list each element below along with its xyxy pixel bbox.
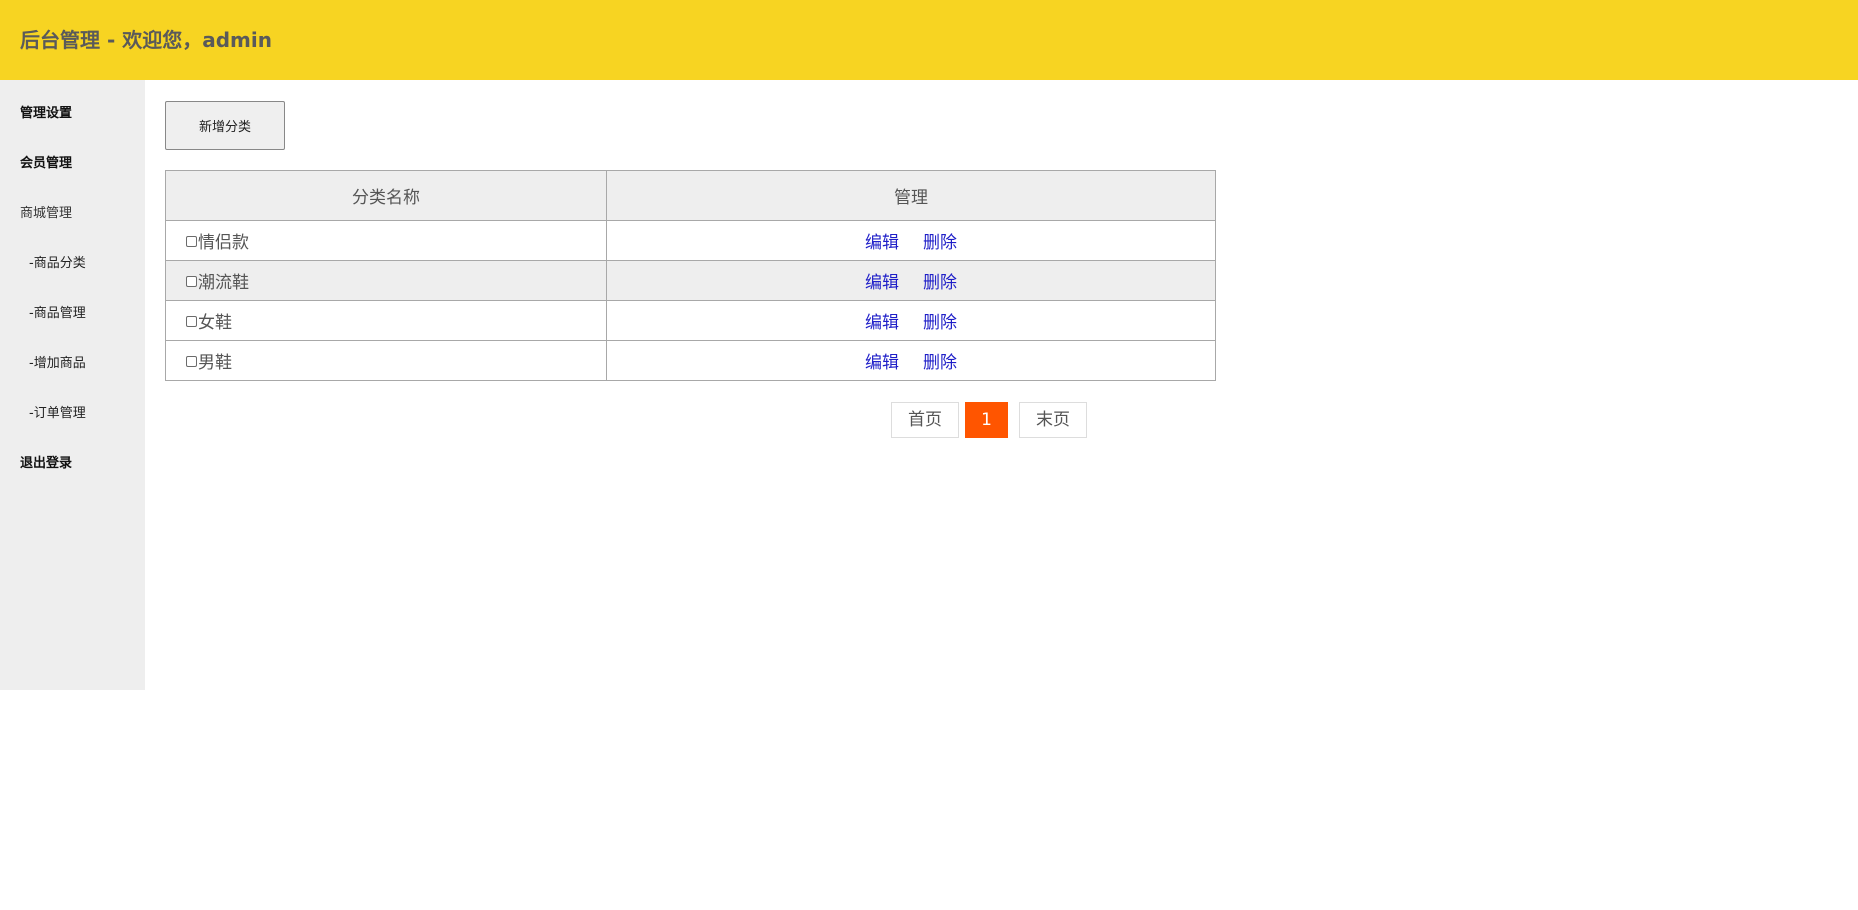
top-header: 后台管理 - 欢迎您，admin	[0, 0, 1858, 80]
category-name-cell: 情侣款	[165, 220, 607, 261]
category-name: 男鞋	[198, 353, 232, 373]
column-header-category-name: 分类名称	[165, 170, 607, 221]
category-table: 分类名称 管理 情侣款 编辑 删除 潮流鞋 编辑 删除 女鞋 编辑 删除 男鞋 编辑删…	[165, 170, 1216, 381]
sidebar-item-mall-management[interactable]: 商城管理	[20, 202, 72, 221]
table-row: 情侣款 编辑 删除	[165, 220, 1216, 261]
pagination-last-button[interactable]: 末页	[1019, 402, 1087, 438]
table-row: 男鞋 编辑 删除	[165, 340, 1216, 381]
row-checkbox[interactable]	[186, 235, 197, 247]
category-name: 女鞋	[198, 313, 232, 333]
manage-cell: 编辑 删除	[606, 340, 1216, 381]
column-header-manage: 管理	[606, 170, 1216, 221]
edit-link[interactable]: 编辑	[865, 353, 899, 373]
category-name: 潮流鞋	[198, 273, 249, 293]
manage-cell: 编辑 删除	[606, 300, 1216, 341]
table-row: 潮流鞋 编辑 删除	[165, 260, 1216, 301]
category-name-cell: 潮流鞋	[165, 260, 607, 301]
edit-link[interactable]: 编辑	[865, 273, 899, 293]
delete-link[interactable]: 删除	[923, 273, 957, 293]
row-checkbox[interactable]	[186, 275, 197, 287]
pagination-current-page[interactable]: 1	[965, 402, 1008, 438]
edit-link[interactable]: 编辑	[865, 233, 899, 253]
category-name-cell: 男鞋	[165, 340, 607, 381]
add-category-button[interactable]: 新增分类	[165, 101, 285, 150]
sidebar-item-order-management[interactable]: -订单管理	[29, 402, 86, 421]
row-checkbox[interactable]	[186, 355, 197, 367]
row-checkbox[interactable]	[186, 315, 197, 327]
sidebar-item-product-management[interactable]: -商品管理	[29, 302, 86, 321]
manage-cell: 编辑 删除	[606, 260, 1216, 301]
category-name: 情侣款	[198, 233, 249, 253]
page-title: 后台管理 - 欢迎您，admin	[20, 28, 272, 52]
sidebar-item-logout[interactable]: 退出登录	[20, 452, 72, 471]
table-row: 女鞋 编辑 删除	[165, 300, 1216, 341]
delete-link[interactable]: 删除	[923, 233, 957, 253]
delete-link[interactable]: 删除	[923, 353, 957, 373]
manage-cell: 编辑 删除	[606, 220, 1216, 261]
table-header-row: 分类名称 管理	[165, 170, 1216, 221]
sidebar: 管理设置 会员管理 商城管理 -商品分类 -商品管理 -增加商品 -订单管理 退…	[0, 80, 145, 690]
edit-link[interactable]: 编辑	[865, 313, 899, 333]
sidebar-item-product-category[interactable]: -商品分类	[29, 252, 86, 271]
category-name-cell: 女鞋	[165, 300, 607, 341]
sidebar-item-add-product[interactable]: -增加商品	[29, 352, 86, 371]
sidebar-item-member-management[interactable]: 会员管理	[20, 152, 72, 171]
pagination-first-button[interactable]: 首页	[891, 402, 959, 438]
sidebar-item-admin-settings[interactable]: 管理设置	[20, 102, 72, 121]
delete-link[interactable]: 删除	[923, 313, 957, 333]
